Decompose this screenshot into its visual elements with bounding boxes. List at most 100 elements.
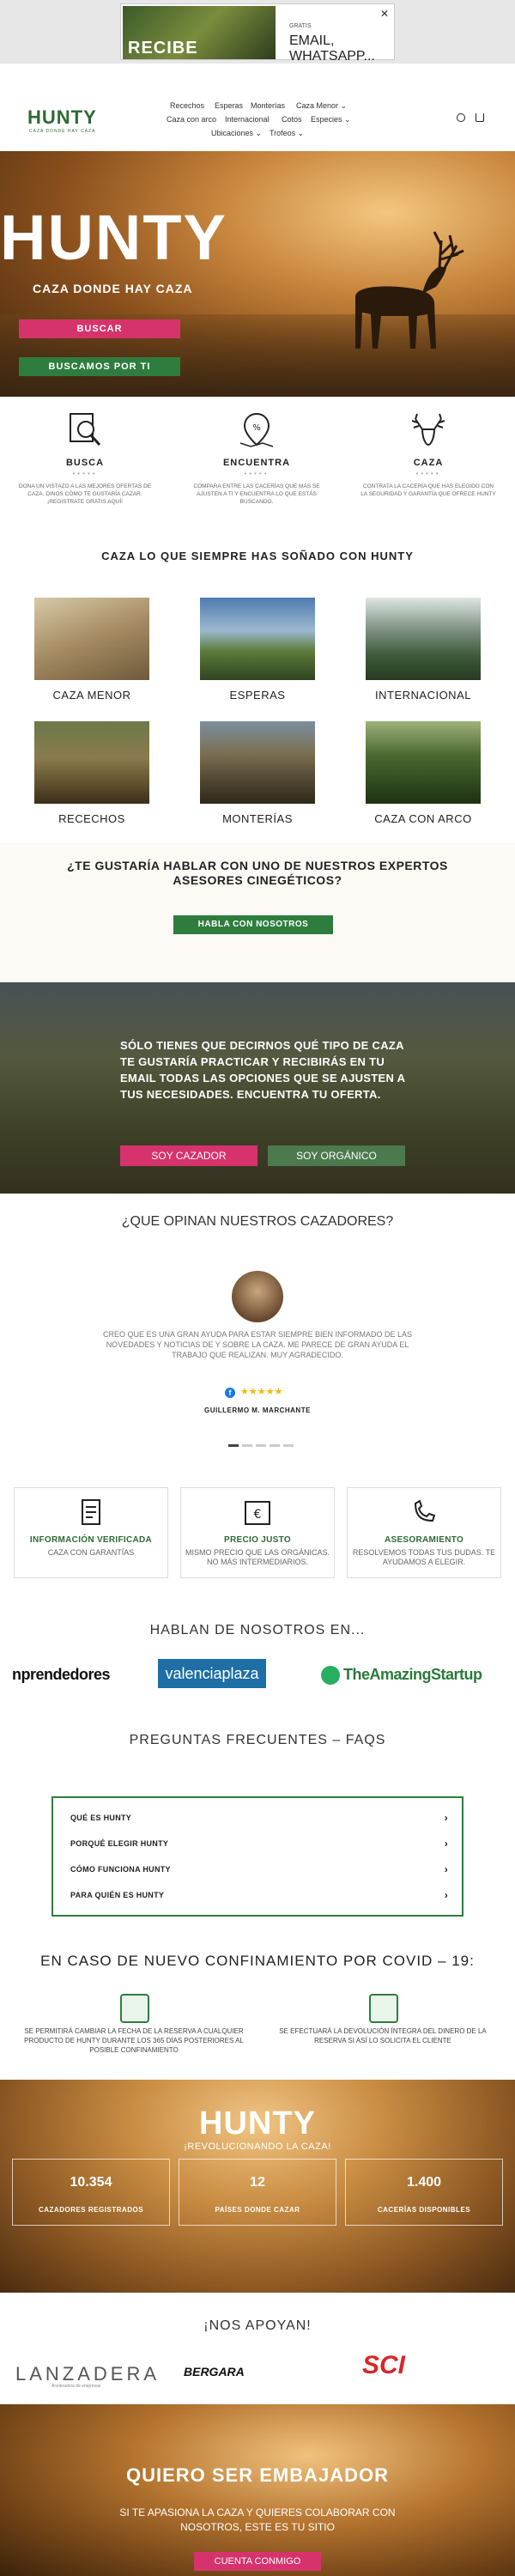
- press-logo-valenciaplaza[interactable]: valenciaplaza: [158, 1659, 266, 1688]
- stat-label: PAÍSES DONDE CAZAR: [215, 2206, 300, 2214]
- supporter-logo-sci[interactable]: SCI: [362, 2351, 405, 2380]
- faq-item[interactable]: PORQUÉ ELEGIR HUNTY ›: [70, 1838, 448, 1850]
- map-pin-icon: %: [239, 412, 274, 447]
- site-logo[interactable]: HUNTY: [27, 106, 97, 129]
- nav-ubicaciones[interactable]: Ubicaciones ⌄: [211, 129, 262, 138]
- phone-icon: [414, 1499, 436, 1522]
- hero-title: HUNTY: [0, 202, 227, 273]
- stats-banner: HUNTY ¡REVOLUCIONANDO LA CAZA! 10.354 CA…: [0, 2080, 515, 2293]
- amazing-startup-icon: [321, 1666, 340, 1685]
- category-label[interactable]: CAZA CON ARCO: [366, 812, 481, 825]
- guarantee-info-verificada: INFORMACIÓN VERIFICADA CAZA CON GARANTÍA…: [14, 1487, 168, 1578]
- stat-cazadores: 10.354 CAZADORES REGISTRADOS: [12, 2159, 170, 2226]
- faq-question[interactable]: QUÉ ES HUNTY: [70, 1814, 131, 1822]
- category-internacional[interactable]: INTERNACIONAL: [366, 598, 481, 702]
- svg-text:%: %: [252, 423, 261, 433]
- carousel-dot[interactable]: [283, 1444, 294, 1447]
- stat-number: 10.354: [70, 2175, 112, 2190]
- category-label[interactable]: RECECHOS: [34, 812, 149, 825]
- category-label[interactable]: CAZA MENOR: [34, 689, 149, 702]
- checklist-icon: [82, 1499, 100, 1525]
- feature-caza: CAZA ••••• CONTRATA LA CACERÍA QUE HAS E…: [355, 410, 501, 498]
- faq-question[interactable]: PARA QUIÉN ES HUNTY: [70, 1891, 164, 1899]
- category-image[interactable]: [200, 721, 315, 804]
- carousel-dot[interactable]: [256, 1444, 266, 1447]
- stat-paises: 12 PAÍSES DONDE CAZAR: [179, 2159, 336, 2226]
- feature-desc: COMPARA ENTRE LAS CACERÍAS QUE MÁS SE AJ…: [193, 483, 320, 505]
- press-logo-emprendedores[interactable]: nprendedores: [12, 1666, 111, 1684]
- cart-icon[interactable]: [476, 113, 484, 122]
- faq-item[interactable]: CÓMO FUNCIONA HUNTY ›: [70, 1863, 448, 1875]
- hero-banner: HUNTY CAZA DONDE HAY CAZA BUSCAR BUSCAMO…: [0, 151, 515, 397]
- stat-number: 12: [250, 2175, 265, 2190]
- nav-caza-con-arco[interactable]: Caza con arco: [167, 115, 216, 124]
- nav-caza-menor[interactable]: Caza Menor ⌄: [296, 101, 347, 111]
- ambassador-title: QUIERO SER EMBAJADOR: [125, 2464, 390, 2486]
- buscar-button[interactable]: BUSCAR: [19, 319, 180, 338]
- deer-silhouette: [355, 231, 464, 349]
- nav-especies[interactable]: Especies ⌄: [311, 115, 351, 125]
- chevron-right-icon[interactable]: ›: [445, 1863, 448, 1875]
- category-image[interactable]: [366, 598, 481, 680]
- guarantee-title: PRECIO JUSTO: [224, 1535, 291, 1545]
- habla-con-nosotros-button[interactable]: HABLA CON NOSOTROS: [173, 915, 333, 934]
- category-esperas[interactable]: ESPERAS: [200, 598, 315, 702]
- carousel-dot[interactable]: [242, 1444, 252, 1447]
- guarantee-desc: MISMO PRECIO QUE LAS ORGÁNICAS. NO MÁS I…: [185, 1548, 330, 1566]
- feature-title: CAZA: [413, 458, 444, 468]
- deer-antlers-icon: [411, 413, 445, 447]
- feature-encuentra: % ENCUENTRA ••••• COMPARA ENTRE LAS CACE…: [184, 410, 330, 506]
- nav-esperas[interactable]: Esperas: [215, 101, 243, 110]
- faq-question[interactable]: PORQUÉ ELEGIR HUNTY: [70, 1839, 168, 1848]
- ad-close-icon[interactable]: ✕: [380, 8, 389, 20]
- category-caza-menor[interactable]: CAZA MENOR: [34, 598, 149, 702]
- category-recechos[interactable]: RECECHOS: [34, 721, 149, 825]
- guarantee-desc: CAZA CON GARANTÍAS: [47, 1548, 135, 1557]
- search-icon[interactable]: [457, 113, 465, 122]
- category-label[interactable]: ESPERAS: [200, 689, 315, 702]
- price-icon: €: [245, 1501, 270, 1525]
- feature-dots: •••••: [244, 470, 270, 477]
- feature-title: ENCUENTRA: [222, 458, 291, 468]
- category-label[interactable]: INTERNACIONAL: [366, 689, 481, 702]
- chevron-right-icon[interactable]: ›: [445, 1838, 448, 1850]
- nav-monterias[interactable]: Monterías: [251, 101, 285, 110]
- cuenta-conmigo-button[interactable]: CUENTA CONMIGO: [194, 2552, 321, 2571]
- soy-organico-button[interactable]: SOY ORGÁNICO: [268, 1145, 405, 1166]
- feature-dots: •••••: [415, 470, 441, 477]
- ad-line2: WHATSAPP...: [289, 49, 375, 64]
- category-image[interactable]: [34, 721, 149, 804]
- nav-trofeos[interactable]: Trofeos ⌄: [270, 129, 304, 138]
- stats-title: HUNTY: [199, 2105, 316, 2142]
- supporter-logo-bergara[interactable]: BERGARA: [184, 2365, 245, 2379]
- guarantee-title: ASESORAMIENTO: [384, 1535, 464, 1545]
- category-image[interactable]: [34, 598, 149, 680]
- faq-question[interactable]: CÓMO FUNCIONA HUNTY: [70, 1865, 171, 1874]
- nav-internacional[interactable]: Internacional: [225, 115, 270, 124]
- category-monterias[interactable]: MONTERÍAS: [200, 721, 315, 825]
- search-icon: [70, 413, 101, 447]
- soy-cazador-button[interactable]: SOY CAZADOR: [120, 1145, 258, 1166]
- carousel-dot[interactable]: [270, 1444, 280, 1447]
- carousel-dot[interactable]: [228, 1444, 239, 1447]
- faq-item[interactable]: QUÉ ES HUNTY ›: [70, 1812, 448, 1824]
- feature-busca: BUSCA ••••• DONA UN VISTAZO A LAS MEJORE…: [12, 410, 158, 506]
- supporter-logo-lanzadera[interactable]: LANZADERA: [15, 2363, 160, 2385]
- guarantee-desc: RESOLVEMOS TODAS TUS DUDAS. TE AYUDAMOS …: [352, 1548, 496, 1566]
- buscamos-por-ti-button[interactable]: BUSCAMOS POR TI: [19, 357, 180, 376]
- category-image[interactable]: [200, 598, 315, 680]
- nav-recechos[interactable]: Recechos: [170, 101, 204, 110]
- chevron-right-icon[interactable]: ›: [445, 1889, 448, 1901]
- reviewer-avatar: [232, 1271, 283, 1322]
- press-logo-amazing-startup[interactable]: TheAmazingStartup: [343, 1666, 482, 1684]
- experts-section: ¿TE GUSTARÍA HABLAR CON UNO DE NUESTROS …: [0, 843, 515, 982]
- reviews-title: ¿QUE OPINAN NUESTROS CAZADORES?: [121, 1214, 394, 1229]
- ad-banner[interactable]: RECIBE GRATIS EMAIL, WHATSAPP... ✕: [120, 3, 395, 64]
- faq-item[interactable]: PARA QUIÉN ES HUNTY ›: [70, 1889, 448, 1901]
- category-image[interactable]: [366, 721, 481, 804]
- nav-cotos[interactable]: Cotos: [282, 115, 302, 124]
- chevron-right-icon[interactable]: ›: [445, 1812, 448, 1824]
- category-caza-con-arco[interactable]: CAZA CON ARCO: [366, 721, 481, 825]
- category-label[interactable]: MONTERÍAS: [200, 812, 315, 825]
- feature-desc: CONTRATA LA CACERÍA QUE HAS ELEGIDO CON …: [360, 483, 496, 497]
